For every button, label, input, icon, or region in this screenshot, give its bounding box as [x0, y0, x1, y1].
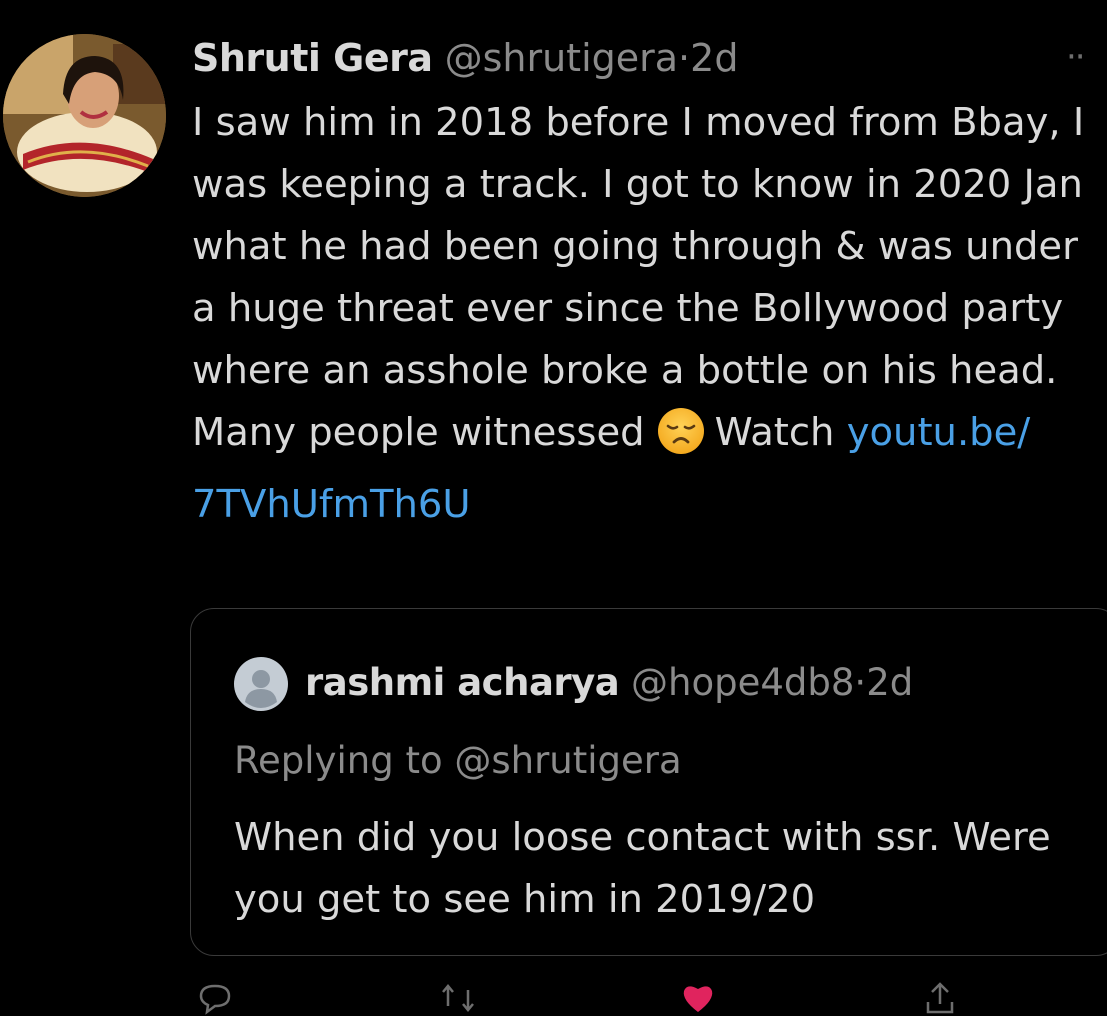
disappointed-face-icon: [657, 407, 705, 474]
tweet-action-bar: [0, 980, 1107, 1015]
share-icon[interactable]: [922, 980, 958, 1016]
quoted-tweet-text: When did you loose contact with ssr. Wer…: [234, 815, 1051, 922]
author-avatar[interactable]: [3, 34, 166, 197]
default-avatar-icon[interactable]: [233, 656, 289, 712]
tweet-header: Shruti Gera @shrutigera·2d: [192, 32, 738, 84]
quoted-author-handle[interactable]: @hope4db8: [631, 661, 854, 704]
tweet-time[interactable]: 2d: [690, 36, 738, 80]
tweet-text-main: I saw him in 2018 before I moved from Bb…: [192, 100, 1085, 455]
reply-icon[interactable]: [197, 980, 233, 1016]
more-options-icon[interactable]: ··: [1066, 40, 1086, 74]
replying-to-label: Replying to @shrutigera: [234, 739, 682, 782]
separator-dot: ·: [678, 36, 691, 80]
quoted-tweet-header: rashmi acharya @hope4db8·2d: [305, 655, 913, 711]
quoted-tweet-card[interactable]: rashmi acharya @hope4db8·2d Replying to …: [190, 608, 1107, 956]
retweet-icon[interactable]: [440, 980, 476, 1016]
author-name[interactable]: Shruti Gera: [192, 36, 433, 80]
quoted-separator-dot: ·: [854, 661, 867, 704]
author-handle[interactable]: @shrutigera: [445, 36, 678, 80]
quoted-author-name[interactable]: rashmi acharya: [305, 661, 620, 704]
quoted-tweet-time[interactable]: 2d: [866, 661, 913, 704]
tweet-text: I saw him in 2018 before I moved from Bb…: [192, 92, 1092, 536]
like-icon[interactable]: [680, 980, 716, 1016]
tweet-text-watch: Watch: [714, 410, 847, 455]
